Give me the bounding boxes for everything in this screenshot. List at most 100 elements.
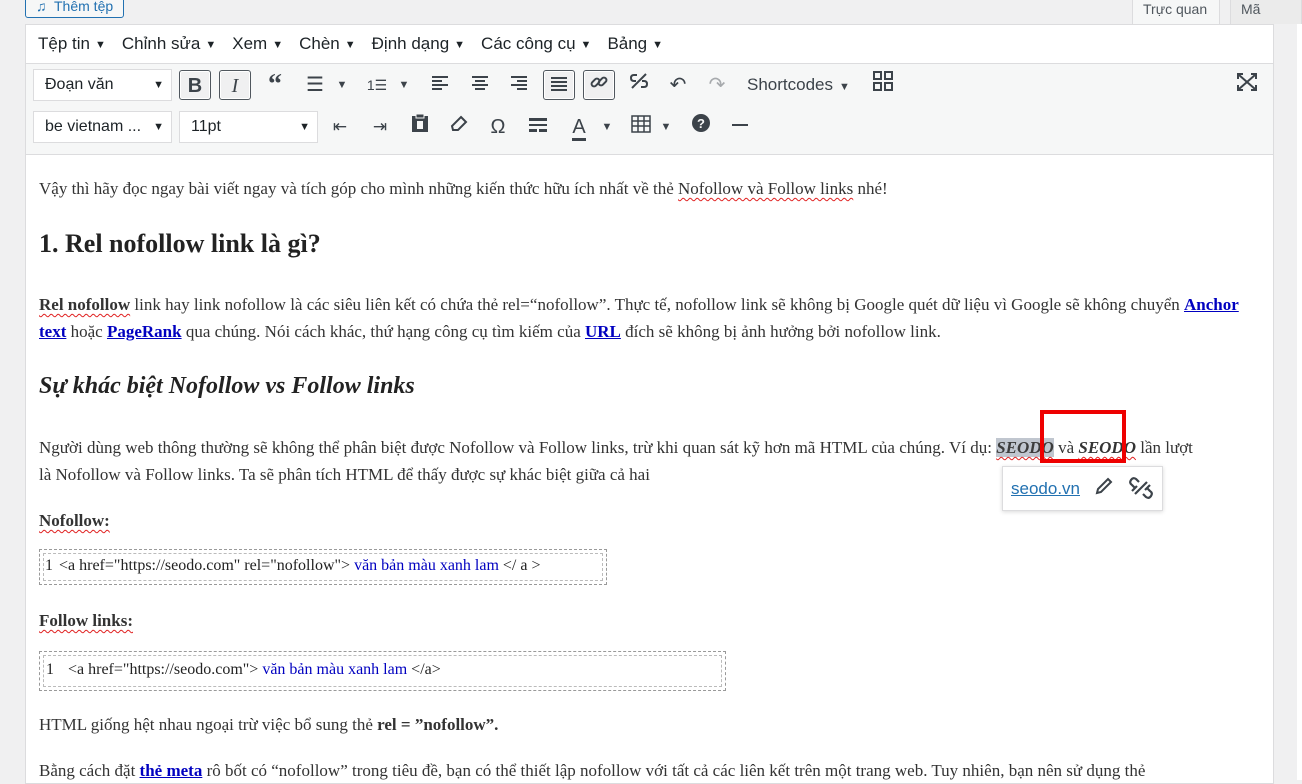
tab-visual[interactable]: Trực quan xyxy=(1132,0,1220,24)
align-center-icon[interactable] xyxy=(464,70,496,100)
table-icon[interactable] xyxy=(625,112,657,142)
popover-link-url[interactable]: seodo.vn xyxy=(1011,479,1080,499)
menu-format[interactable]: Định dạng ▼ xyxy=(364,25,473,63)
add-media-button[interactable]: ♫ Thêm tệp xyxy=(25,0,125,18)
fullscreen-glyph xyxy=(1237,73,1257,91)
bold-button[interactable]: B xyxy=(179,70,211,100)
editor-menubar: Tệp tin ▼ Chỉnh sửa ▼ Xem ▼ Chèn ▼ Định dạng… xyxy=(26,25,1273,63)
chevron-down-icon: ▼ xyxy=(153,79,164,91)
toolbar-row-2: be vietnam ... ▼ 11pt ▼ ⇤ ⇥ Ω A ▼ ▼ ? xyxy=(26,106,1273,148)
help-glyph: ? xyxy=(692,114,710,132)
indent-icon[interactable]: ⇥ xyxy=(364,112,396,142)
chevron-down-icon[interactable]: ▼ xyxy=(335,70,349,100)
unlink-glyph xyxy=(1129,477,1153,499)
chevron-down-icon: ▼ xyxy=(272,39,284,51)
link-glyph xyxy=(590,76,608,88)
chevron-down-icon[interactable]: ▼ xyxy=(659,112,673,142)
chevron-down-icon: ▼ xyxy=(344,39,356,51)
menu-edit[interactable]: Chỉnh sửa ▼ xyxy=(114,25,224,63)
chevron-down-icon: ▼ xyxy=(153,121,164,133)
unlink-icon[interactable] xyxy=(623,70,655,100)
undo-icon[interactable]: ↶ xyxy=(662,70,694,100)
follow-label: Follow links: xyxy=(39,611,133,630)
more-tag-icon[interactable] xyxy=(724,112,756,142)
heading-1: 1. Rel nofollow link là gì? xyxy=(39,229,321,258)
toolbar-row-1: Đoạn văn ▼ B I “ ☰ ▼ 1☰ ▼ ↶ ↷ Shortcodes… xyxy=(26,64,1273,106)
media-icon: ♫ xyxy=(36,0,47,14)
blocks-grid-icon[interactable] xyxy=(867,70,899,100)
add-media-label: Thêm tệp xyxy=(54,0,114,14)
outdent-icon[interactable]: ⇤ xyxy=(324,112,356,142)
special-character-icon[interactable]: Ω xyxy=(482,112,514,142)
redo-icon[interactable]: ↷ xyxy=(701,70,733,100)
svg-text:?: ? xyxy=(697,116,705,131)
edit-pencil-icon[interactable] xyxy=(1095,477,1113,503)
font-size-select[interactable]: 11pt ▼ xyxy=(179,111,318,143)
align-justify-icon[interactable] xyxy=(543,70,575,100)
meta-tag-link[interactable]: thẻ meta xyxy=(140,761,203,780)
align-right-icon[interactable] xyxy=(503,70,535,100)
unlink-glyph xyxy=(629,73,649,89)
dash-glyph xyxy=(732,124,748,126)
text-color-icon[interactable]: A xyxy=(563,112,595,142)
chevron-down-icon[interactable]: ▼ xyxy=(397,70,411,100)
eraser-glyph xyxy=(450,115,468,131)
menu-table[interactable]: Bảng ▼ xyxy=(599,25,671,63)
clipboard-glyph xyxy=(412,113,428,132)
code-block-follow[interactable]: 1 <a href="https://seodo.com"> văn bản m… xyxy=(39,651,726,691)
right-scroll-edge xyxy=(1297,24,1302,780)
font-family-select[interactable]: be vietnam ... ▼ xyxy=(33,111,172,143)
blockquote-icon[interactable]: “ xyxy=(259,70,291,100)
menu-tools[interactable]: Các công cụ ▼ xyxy=(473,25,599,63)
menu-insert[interactable]: Chèn ▼ xyxy=(291,25,364,63)
highlight-annotation-box xyxy=(1040,410,1126,463)
italic-button[interactable]: I xyxy=(219,70,251,100)
heading-2: Sự khác biệt Nofollow vs Follow links xyxy=(39,373,415,399)
grid-glyph xyxy=(873,71,893,91)
url-link[interactable]: URL xyxy=(585,322,621,341)
align-justify-glyph xyxy=(551,77,567,91)
code-line: <a href="https://seodo.com"> văn bản màu… xyxy=(68,661,441,678)
pencil-glyph xyxy=(1095,477,1113,495)
chevron-down-icon: ▼ xyxy=(94,39,106,51)
code-block-nofollow[interactable]: 1 <a href="https://seodo.com" rel="nofol… xyxy=(39,549,607,585)
horizontal-line-icon[interactable] xyxy=(522,112,554,142)
pagerank-link[interactable]: PageRank xyxy=(107,322,182,341)
numbered-list-icon[interactable]: 1☰ xyxy=(361,70,393,100)
paragraph-rel-nofollow: Rel nofollow link hay link nofollow là c… xyxy=(39,295,1239,341)
tab-text[interactable]: Mã xyxy=(1230,0,1302,24)
line-number: 1 xyxy=(46,661,54,678)
align-left-glyph xyxy=(432,76,448,90)
align-center-glyph xyxy=(472,76,488,90)
chevron-down-icon: ▼ xyxy=(205,39,217,51)
help-icon[interactable]: ? xyxy=(685,112,717,142)
chevron-down-icon: ▼ xyxy=(652,39,664,51)
chevron-down-icon: ▼ xyxy=(839,81,850,93)
line-number: 1 xyxy=(45,557,53,574)
chevron-down-icon: ▼ xyxy=(299,121,310,133)
paragraph-html-same: HTML giống hệt nhau ngoại trừ việc bổ su… xyxy=(39,715,499,734)
insert-link-icon[interactable] xyxy=(583,70,615,100)
intro-paragraph: Vậy thì hãy đọc ngay bài viết ngay và tí… xyxy=(39,179,888,198)
chevron-down-icon[interactable]: ▼ xyxy=(600,112,614,142)
tinymce-editor: Tệp tin ▼ Chỉnh sửa ▼ Xem ▼ Chèn ▼ Định dạng… xyxy=(25,24,1274,784)
chevron-down-icon: ▼ xyxy=(454,39,466,51)
menu-file[interactable]: Tệp tin ▼ xyxy=(30,25,114,63)
nofollow-label: Nofollow: xyxy=(39,511,110,530)
table-glyph xyxy=(631,115,651,133)
hr-glyph xyxy=(529,118,547,132)
align-right-glyph xyxy=(511,76,527,90)
code-line: <a href="https://seodo.com" rel="nofollo… xyxy=(59,557,541,574)
format-select[interactable]: Đoạn văn ▼ xyxy=(33,69,172,101)
clear-formatting-icon[interactable] xyxy=(443,112,475,142)
bullet-list-icon[interactable]: ☰ xyxy=(299,70,331,100)
align-left-icon[interactable] xyxy=(424,70,456,100)
chevron-down-icon: ▼ xyxy=(580,39,592,51)
paste-as-text-icon[interactable] xyxy=(404,112,436,142)
remove-link-icon[interactable] xyxy=(1129,477,1153,505)
fullscreen-icon[interactable] xyxy=(1231,70,1263,100)
shortcodes-dropdown[interactable]: Shortcodes ▼ xyxy=(747,70,850,100)
editor-toolbar: Đoạn văn ▼ B I “ ☰ ▼ 1☰ ▼ ↶ ↷ Shortcodes… xyxy=(26,63,1273,155)
menu-view[interactable]: Xem ▼ xyxy=(224,25,291,63)
editor-top-bar: ♫ Thêm tệp Trực quan Mã xyxy=(0,0,1302,24)
